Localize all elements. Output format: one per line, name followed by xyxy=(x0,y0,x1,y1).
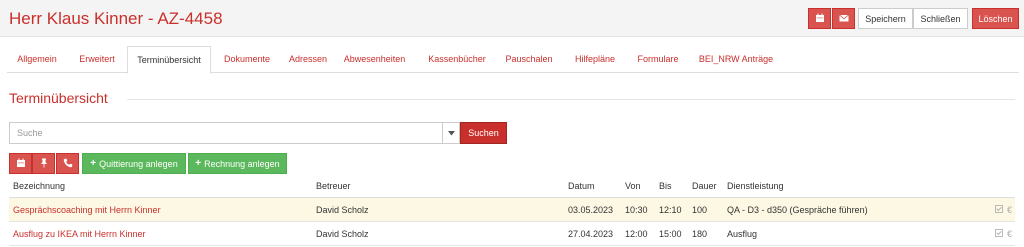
cell-bis: 15:00 xyxy=(659,229,682,239)
row-actions: € xyxy=(995,222,1012,246)
tab-pauschalen[interactable]: Pauschalen xyxy=(497,46,561,73)
tab-bei-nrw-antraege[interactable]: BEI_NRW Anträge xyxy=(691,46,781,73)
plus-icon: + xyxy=(90,158,97,169)
column-header-bezeichnung[interactable]: Bezeichnung xyxy=(13,181,65,191)
email-button[interactable] xyxy=(832,8,855,29)
create-quittierung-label: Quittierung anlegen xyxy=(99,158,178,169)
euro-icon[interactable]: € xyxy=(1007,229,1012,239)
cell-dauer: 100 xyxy=(692,205,708,215)
delete-button[interactable]: Löschen xyxy=(972,8,1019,29)
cell-betreuer: David Scholz xyxy=(316,229,369,239)
cell-bezeichnung[interactable]: Ausflug zu IKEA mit Herrn Kinner xyxy=(13,222,146,246)
tab-erweitert[interactable]: Erweitert xyxy=(69,46,125,73)
column-header-von[interactable]: Von xyxy=(625,181,641,191)
cell-datum: 27.04.2023 xyxy=(568,229,614,239)
table-row[interactable]: Ausflug zu IKEA mit Herrn Kinner David S… xyxy=(9,222,1015,246)
checkbox-icon[interactable] xyxy=(995,229,1003,239)
column-header-bis[interactable]: Bis xyxy=(659,181,672,191)
calendar-icon xyxy=(16,158,26,170)
tab-hilfeplaene[interactable]: Hilfepläne xyxy=(565,46,625,73)
section-divider xyxy=(127,99,1015,100)
column-header-dauer[interactable]: Dauer xyxy=(692,181,717,191)
phone-button[interactable] xyxy=(56,153,79,174)
search-dropdown-toggle[interactable] xyxy=(443,122,460,144)
cell-dauer: 180 xyxy=(692,229,708,239)
phone-icon xyxy=(63,158,73,170)
calendar-button[interactable] xyxy=(808,8,831,29)
create-quittierung-button[interactable]: + Quittierung anlegen xyxy=(82,153,186,174)
tab-abwesenheiten[interactable]: Abwesenheiten xyxy=(337,46,412,73)
caret-down-icon xyxy=(447,128,455,138)
column-header-datum[interactable]: Datum xyxy=(568,181,595,191)
column-header-dienstleistung[interactable]: Dienstleistung xyxy=(727,181,784,191)
tab-terminuebersicht[interactable]: Terminübersicht xyxy=(127,46,211,74)
envelope-icon xyxy=(838,13,849,25)
close-button[interactable]: Schließen xyxy=(913,8,968,29)
table-row[interactable]: Gesprächscoaching mit Herrn Kinner David… xyxy=(9,198,1015,222)
page-title: Herr Klaus Kinner - AZ-4458 xyxy=(9,9,223,28)
tab-formulare[interactable]: Formulare xyxy=(627,46,689,73)
section-title: Terminübersicht xyxy=(9,90,108,106)
create-rechnung-label: Rechnung anlegen xyxy=(204,158,280,169)
tab-dokumente[interactable]: Dokumente xyxy=(214,46,280,73)
top-bar: Herr Klaus Kinner - AZ-4458 Speichern Sc… xyxy=(0,0,1024,37)
cell-von: 10:30 xyxy=(625,205,648,215)
cell-betreuer: David Scholz xyxy=(316,205,369,215)
pin-button[interactable] xyxy=(32,153,55,174)
save-button[interactable]: Speichern xyxy=(858,8,913,29)
tab-allgemein[interactable]: Allgemein xyxy=(7,46,67,73)
cell-bis: 12:10 xyxy=(659,205,682,215)
tab-adressen[interactable]: Adressen xyxy=(282,46,334,73)
pin-icon xyxy=(39,158,49,170)
plus-icon: + xyxy=(195,158,202,169)
checkbox-icon[interactable] xyxy=(995,205,1003,215)
add-appointment-button[interactable] xyxy=(9,153,32,174)
column-header-betreuer[interactable]: Betreuer xyxy=(316,181,351,191)
euro-icon[interactable]: € xyxy=(1007,205,1012,215)
cell-dienstleistung: QA - D3 - d350 (Gespräche führen) xyxy=(727,205,868,215)
create-rechnung-button[interactable]: + Rechnung anlegen xyxy=(188,153,287,174)
search-button[interactable]: Suchen xyxy=(460,122,507,144)
calendar-icon xyxy=(815,13,825,25)
row-actions: € xyxy=(995,198,1012,222)
search-input[interactable]: Suche xyxy=(9,122,443,144)
cell-datum: 03.05.2023 xyxy=(568,205,614,215)
cell-dienstleistung: Ausflug xyxy=(727,229,758,239)
tab-kassenbuecher[interactable]: Kassenbücher xyxy=(419,46,495,73)
cell-von: 12:00 xyxy=(625,229,648,239)
tab-bar: Allgemein Erweitert Terminübersicht Doku… xyxy=(7,46,1019,74)
cell-bezeichnung[interactable]: Gesprächscoaching mit Herrn Kinner xyxy=(13,198,161,222)
